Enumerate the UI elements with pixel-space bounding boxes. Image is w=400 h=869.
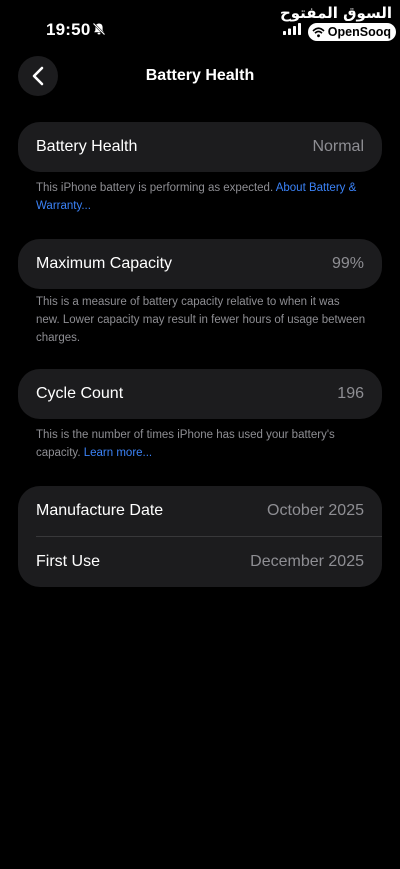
watermark-brand-pill: OpenSooq — [307, 23, 396, 41]
cycle-count-card: Cycle Count 196 — [18, 369, 382, 419]
battery-health-card: Battery Health Normal — [18, 122, 382, 172]
battery-health-label: Battery Health — [36, 138, 138, 155]
watermark-arabic-text: السوق المفتوح — [279, 4, 392, 22]
maximum-capacity-footnote-text: This is a measure of battery capacity re… — [36, 296, 366, 344]
bell-slash-icon — [92, 22, 106, 36]
watermark-brand-text: OpenSooq — [327, 25, 391, 39]
dates-card: Manufacture Date October 2025 First Use … — [18, 486, 382, 587]
battery-health-row: Battery Health Normal — [18, 122, 382, 172]
status-time: 19:50 — [46, 20, 91, 39]
cycle-count-value: 196 — [337, 385, 364, 402]
page-title: Battery Health — [145, 67, 255, 84]
opensooq-watermark: السوق المفتوح OpenSooq — [280, 4, 396, 42]
cycle-count-row: Cycle Count 196 — [18, 369, 382, 419]
signal-icon — [283, 23, 301, 35]
first-use-value: December 2025 — [250, 553, 364, 570]
wifi-icon — [312, 27, 325, 38]
maximum-capacity-row: Maximum Capacity 99% — [18, 239, 382, 289]
maximum-capacity-value: 99% — [331, 255, 364, 272]
status-bar: 19:50 السوق المفتوح OpenSooq — [0, 0, 400, 58]
manufacture-date-row: Manufacture Date October 2025 — [18, 486, 382, 536]
cycle-count-footnote: This is the number of times iPhone has u… — [36, 426, 366, 462]
maximum-capacity-card: Maximum Capacity 99% — [18, 239, 382, 289]
first-use-label: First Use — [36, 553, 100, 570]
maximum-capacity-footnote: This is a measure of battery capacity re… — [36, 293, 366, 347]
learn-more-link[interactable]: Learn more... — [84, 447, 152, 459]
manufacture-date-label: Manufacture Date — [36, 502, 164, 519]
battery-health-value: Normal — [312, 138, 364, 155]
first-use-row: First Use December 2025 — [18, 537, 382, 587]
cycle-count-label: Cycle Count — [36, 385, 124, 402]
battery-health-footnote-text: This iPhone battery is performing as exp… — [36, 182, 274, 194]
cycle-count-footnote-text: This is the number of times iPhone has u… — [36, 429, 335, 459]
manufacture-date-value: October 2025 — [267, 502, 364, 519]
battery-health-footnote: This iPhone battery is performing as exp… — [36, 179, 366, 215]
maximum-capacity-label: Maximum Capacity — [36, 255, 173, 272]
